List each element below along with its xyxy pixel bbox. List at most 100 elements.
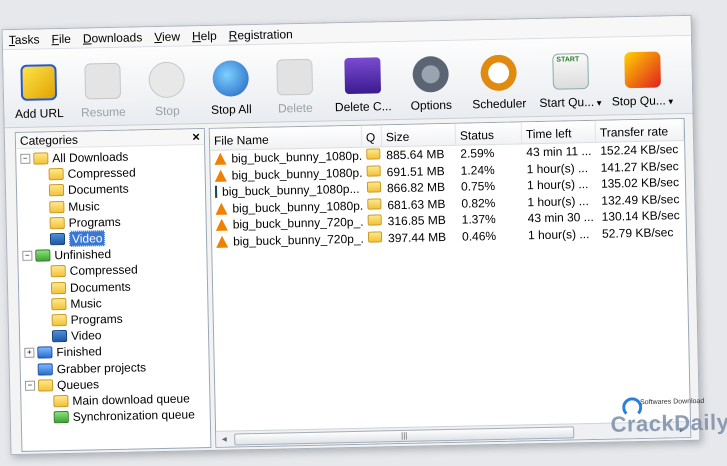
- main-content: Categories × − All Downloads Compressed Doc…: [5, 116, 700, 454]
- tree-item[interactable]: Synchronization queue: [26, 406, 210, 426]
- categories-pane: Categories × − All Downloads Compressed Doc…: [14, 128, 212, 452]
- col-status[interactable]: Status: [455, 122, 523, 145]
- tree-item-label: Finished: [56, 344, 102, 360]
- table-body: big_buck_bunny_1080p... 885.64 MB 2.59% 43 …: [210, 141, 686, 250]
- file-name-cell: big_buck_bunny_720p_...: [212, 215, 364, 232]
- size-cell: 885.64 MB: [386, 147, 445, 163]
- folder-icon: [37, 378, 54, 392]
- options-label: Options: [410, 97, 453, 113]
- stop-all-label: Stop All: [210, 102, 252, 117]
- tree-item-label: Queues: [56, 377, 100, 392]
- menu-registration[interactable]: Registration: [229, 27, 293, 42]
- file-name-cell: big_buck_bunny_1080p...: [211, 198, 364, 215]
- col-transfer-rate[interactable]: Transfer rate: [595, 119, 685, 142]
- tree-item-label: Compressed: [67, 165, 136, 182]
- expand-icon[interactable]: +: [24, 348, 35, 359]
- folder-icon: [50, 281, 67, 294]
- scroll-thumb[interactable]: |||: [234, 426, 575, 446]
- tree-item-label: Compressed: [69, 262, 138, 279]
- options-button[interactable]: Options: [399, 55, 462, 113]
- chevron-down-icon[interactable]: ▼: [667, 97, 675, 106]
- folder-icon: [49, 200, 65, 213]
- start-queue-label: Start Qu...▼: [539, 95, 603, 110]
- tree-item-label: Video: [70, 328, 102, 344]
- delete-completed-label: Delete C...: [334, 99, 392, 115]
- close-icon[interactable]: ×: [192, 129, 200, 144]
- file-name: big_buck_bunny_1080p...: [231, 148, 363, 166]
- rate-cell: 152.24 KB/sec: [600, 142, 679, 159]
- collapse-icon[interactable]: −: [22, 250, 33, 262]
- resume-label: Resume: [80, 104, 126, 120]
- stop-queue-icon: [624, 51, 661, 89]
- time-cell: 43 min 11 ...: [526, 144, 592, 160]
- queue-cell: [364, 214, 384, 229]
- vlc-icon: [215, 202, 228, 215]
- size-cell: 316.85 MB: [387, 213, 446, 229]
- col-file-name[interactable]: File Name: [209, 125, 363, 150]
- menu-tasks[interactable]: Tasks: [9, 32, 40, 47]
- tree-item-label: Programs: [70, 311, 123, 327]
- folder-icon: [51, 313, 67, 327]
- vlc-icon: [215, 218, 228, 232]
- tree-item-label: Music: [70, 296, 102, 311]
- stop-icon: [148, 61, 186, 99]
- time-cell: 1 hour(s) ...: [526, 177, 589, 193]
- rate-cell: 135.02 KB/sec: [600, 175, 680, 192]
- queue-folder-icon: [366, 165, 381, 177]
- queue-cell: [363, 198, 383, 212]
- tree-item-label: Main download queue: [72, 391, 190, 408]
- status-cell: 1.24%: [460, 162, 495, 178]
- folder-icon: [48, 168, 64, 181]
- stop-all-button[interactable]: Stop All: [199, 60, 262, 117]
- folder-icon: [51, 297, 67, 311]
- app-window: Tasks File Downloads View Help Registrat…: [1, 14, 701, 456]
- tree-item-label: Video: [68, 230, 106, 247]
- queue-cell: [363, 165, 383, 179]
- col-q[interactable]: Q: [361, 125, 383, 147]
- folder-icon: [53, 411, 69, 424]
- folder-icon: [37, 362, 53, 376]
- collapse-icon[interactable]: −: [20, 153, 31, 165]
- menu-help[interactable]: Help: [192, 28, 217, 43]
- stop-queue-button[interactable]: Stop Qu...▼: [607, 51, 678, 109]
- add-url-icon: [20, 64, 58, 101]
- vlc-icon: [214, 169, 227, 182]
- queue-cell: [362, 148, 382, 163]
- collapse-icon[interactable]: −: [24, 380, 36, 391]
- time-cell: 43 min 30 ...: [527, 210, 594, 226]
- col-size[interactable]: Size: [381, 123, 457, 147]
- stop-button[interactable]: Stop: [135, 61, 198, 118]
- vlc-icon: [214, 152, 227, 166]
- folder-icon: [48, 184, 65, 197]
- file-name: big_buck_bunny_720p_...: [232, 231, 365, 249]
- queue-folder-icon: [367, 231, 383, 243]
- scheduler-icon: [480, 54, 518, 92]
- delete-button[interactable]: Delete: [263, 58, 326, 115]
- stop-queue-label-text: Stop Qu...: [611, 93, 666, 109]
- menu-downloads[interactable]: Downloads: [83, 30, 143, 45]
- tree-item-label: All Downloads: [52, 149, 129, 166]
- time-cell: 1 hour(s) ...: [526, 160, 589, 177]
- rate-cell: 52.79 KB/sec: [601, 224, 674, 241]
- status-cell: 0.46%: [461, 228, 497, 244]
- queue-folder-icon: [367, 214, 382, 226]
- delete-completed-button[interactable]: Delete C...: [327, 57, 398, 114]
- size-cell: 866.82 MB: [386, 180, 446, 196]
- chevron-down-icon[interactable]: ▼: [595, 99, 603, 108]
- scheduler-label: Scheduler: [472, 96, 527, 112]
- folder-icon: [35, 249, 51, 262]
- col-time-left[interactable]: Time left: [521, 120, 597, 144]
- start-queue-button[interactable]: START Start Qu...▼: [535, 52, 606, 110]
- resume-button[interactable]: Resume: [71, 62, 134, 120]
- menu-view[interactable]: View: [154, 29, 180, 44]
- add-url-button[interactable]: Add URL: [7, 64, 70, 121]
- resume-icon: [84, 62, 122, 100]
- vlc-icon: [215, 235, 229, 248]
- menu-file[interactable]: File: [51, 31, 71, 45]
- scroll-left-icon[interactable]: ◄: [216, 435, 232, 444]
- scheduler-button[interactable]: Scheduler: [463, 54, 534, 111]
- stop-queue-label: Stop Qu...▼: [612, 93, 675, 108]
- time-cell: 1 hour(s) ...: [527, 193, 589, 210]
- folder-icon: [37, 346, 53, 359]
- tree-item-label: Documents: [69, 279, 131, 295]
